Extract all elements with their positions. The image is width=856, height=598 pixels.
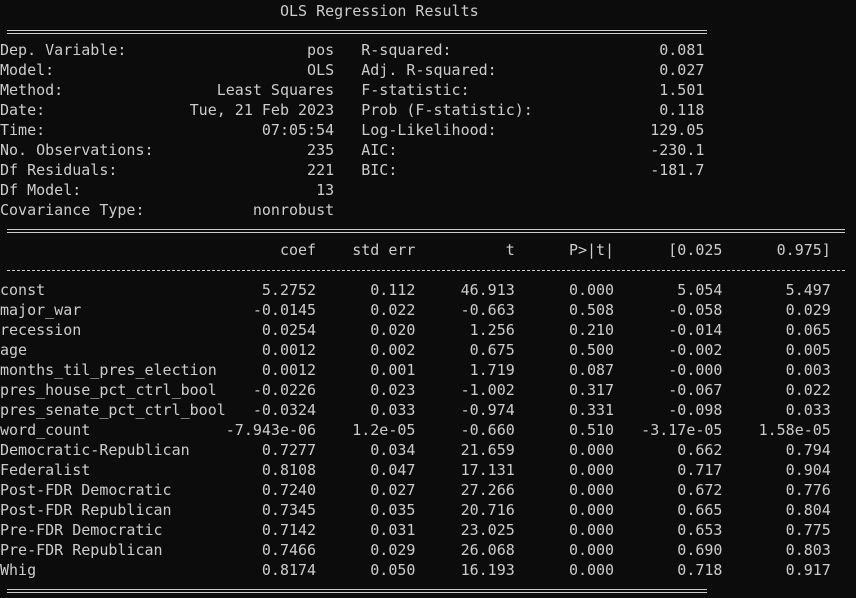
coef-table-row: pres_senate_pct_ctrl_bool -0.0324 0.033 … (0, 401, 831, 419)
summary-row: Covariance Type: nonrobust (0, 201, 335, 219)
coef-table-row: Post-FDR Republican 0.7345 0.035 20.716 … (0, 501, 831, 519)
coef-table-row: Pre-FDR Democratic 0.7142 0.031 23.025 0… (0, 521, 831, 539)
terminal-window[interactable]: OLS Regression Results Dep. Variable: po… (0, 0, 856, 598)
report-title: OLS Regression Results (0, 2, 479, 20)
coef-table-row: word_count -7.943e-06 1.2e-05 -0.660 0.5… (0, 421, 831, 439)
coef-table-header: coef std err t P>|t| [0.025 0.975] (0, 241, 831, 259)
double-rule-bottom (7, 589, 707, 593)
coef-table-row: months_til_pres_election 0.0012 0.001 1.… (0, 361, 831, 379)
summary-row: No. Observations: 235 AIC: -230.1 (0, 141, 705, 159)
coef-table-row: const 5.2752 0.112 46.913 0.000 5.054 5.… (0, 281, 831, 299)
summary-row: Date: Tue, 21 Feb 2023 Prob (F-statistic… (0, 101, 705, 119)
coef-table-row: major_war -0.0145 0.022 -0.663 0.508 -0.… (0, 301, 831, 319)
coef-table-row: Pre-FDR Republican 0.7466 0.029 26.068 0… (0, 541, 831, 559)
coef-table-row: age 0.0012 0.002 0.675 0.500 -0.002 0.00… (0, 341, 831, 359)
coef-table-row: pres_house_pct_ctrl_bool -0.0226 0.023 -… (0, 381, 831, 399)
summary-row: Df Model: 13 (0, 181, 335, 199)
coef-table-row: recession 0.0254 0.020 1.256 0.210 -0.01… (0, 321, 831, 339)
double-rule-top (7, 30, 707, 34)
coef-table-row: Democratic-Republican 0.7277 0.034 21.65… (0, 441, 831, 459)
coef-table-row: Federalist 0.8108 0.047 17.131 0.000 0.7… (0, 461, 831, 479)
summary-row: Time: 07:05:54 Log-Likelihood: 129.05 (0, 121, 705, 139)
summary-row: Model: OLS Adj. R-squared: 0.027 (0, 61, 705, 79)
summary-row: Method: Least Squares F-statistic: 1.501 (0, 81, 705, 99)
dashed-rule (7, 270, 845, 271)
summary-row: Dep. Variable: pos R-squared: 0.081 (0, 41, 705, 59)
summary-row: Df Residuals: 221 BIC: -181.7 (0, 161, 705, 179)
double-rule-mid (7, 229, 845, 233)
coef-table-row: Whig 0.8174 0.050 16.193 0.000 0.718 0.9… (0, 561, 831, 579)
coef-table-row: Post-FDR Democratic 0.7240 0.027 27.266 … (0, 481, 831, 499)
